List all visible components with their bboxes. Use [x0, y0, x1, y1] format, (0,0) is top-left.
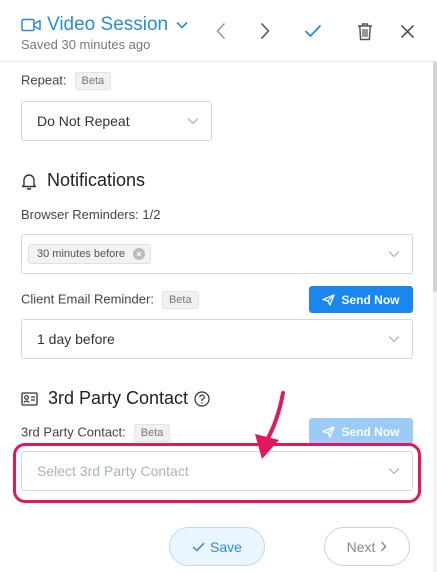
chevron-right-icon [260, 22, 270, 40]
annotation-highlight [13, 443, 421, 503]
scrollbar-thumb[interactable] [433, 62, 437, 292]
close-button[interactable] [395, 18, 419, 44]
third-party-label: 3rd Party Contact: [21, 424, 126, 440]
notifications-title: Notifications [47, 170, 146, 190]
send-now-button[interactable]: Send Now [309, 286, 413, 313]
contact-card-icon [21, 391, 38, 406]
remove-tag-icon[interactable] [133, 248, 146, 260]
page-title: Video Session [47, 14, 169, 35]
send-now-button-disabled[interactable]: Send Now [309, 418, 413, 445]
repeat-label: Repeat: [21, 72, 67, 88]
confirm-button[interactable] [301, 18, 325, 44]
notifications-heading: Notifications [21, 170, 145, 191]
scrollbar[interactable] [433, 62, 437, 572]
third-party-title: 3rd Party Contact [48, 388, 189, 408]
send-now-label: Send Now [341, 424, 400, 439]
repeat-select[interactable]: Do Not Repeat [21, 101, 212, 141]
help-icon[interactable] [194, 390, 210, 407]
third-party-label-row: 3rd Party Contact: Beta [21, 424, 171, 442]
send-icon [322, 293, 336, 306]
send-now-label: Send Now [341, 292, 400, 307]
save-label: Save [210, 538, 242, 555]
chevron-down-icon[interactable] [176, 21, 188, 29]
client-email-select[interactable]: 1 day before [21, 319, 413, 359]
chevron-down-icon [187, 118, 199, 125]
browser-reminders-select[interactable]: 30 minutes before [21, 234, 413, 274]
third-party-heading: 3rd Party Contact [21, 388, 210, 409]
check-icon [304, 24, 322, 38]
bell-icon [21, 173, 37, 190]
previous-button[interactable] [209, 18, 233, 44]
delete-button[interactable] [353, 18, 377, 44]
chevron-left-icon [216, 22, 226, 40]
beta-badge: Beta [133, 424, 171, 442]
browser-reminders-label: Browser Reminders: 1/2 [21, 207, 161, 222]
repeat-select-value: Do Not Repeat [37, 113, 130, 129]
client-email-label-row: Client Email Reminder: Beta [21, 291, 199, 309]
save-button[interactable]: Save [169, 527, 265, 566]
send-icon [322, 425, 336, 438]
chevron-right-icon [381, 541, 387, 552]
next-button[interactable]: Next [324, 527, 410, 566]
reminder-tag: 30 minutes before [28, 244, 152, 264]
close-icon [400, 24, 414, 38]
client-email-select-value: 1 day before [37, 331, 115, 347]
beta-badge: Beta [161, 291, 199, 309]
annotation-arrow-icon [255, 391, 285, 459]
saved-status: Saved 30 minutes ago [21, 37, 151, 52]
session-header: Video Session Saved 30 minutes ago [0, 0, 437, 62]
reminder-tag-label: 30 minutes before [37, 248, 126, 260]
next-label: Next [346, 538, 376, 555]
trash-icon [358, 22, 372, 40]
next-arrow-button[interactable] [253, 18, 277, 44]
client-email-label: Client Email Reminder: [21, 291, 154, 307]
chevron-down-icon [388, 251, 400, 258]
check-icon [192, 542, 205, 552]
title-row[interactable]: Video Session [21, 14, 188, 36]
beta-badge: Beta [74, 72, 112, 90]
repeat-label-row: Repeat: Beta [21, 72, 112, 90]
chevron-down-icon [388, 336, 400, 343]
video-camera-icon [21, 18, 41, 32]
